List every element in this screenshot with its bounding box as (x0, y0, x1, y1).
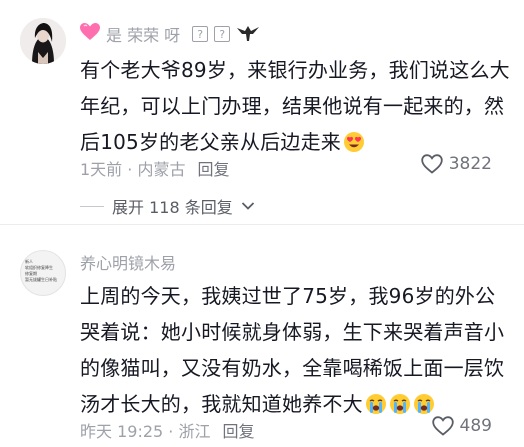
comment-header: 是 荣荣 呀 ? ? (80, 22, 260, 46)
chevron-down-icon (241, 202, 254, 210)
avatar[interactable] (20, 18, 66, 64)
avatar-text-block: 新人 软组织修复降生 修复期 暂无拔罐生日补贴 (25, 259, 63, 283)
loudly-crying-emoji-icon (387, 392, 411, 416)
like-heart-icon (421, 154, 443, 174)
eagle-icon (236, 22, 260, 46)
like-count: 489 (459, 416, 492, 436)
badge-box: ? (192, 26, 209, 42)
time-location: 昨天 19:25 · 浙江 (80, 422, 211, 441)
avatar-text-line: 暂无拔罐生日补贴 (25, 277, 57, 282)
expand-divider (80, 205, 104, 207)
heart-icon (80, 23, 100, 45)
reply-button[interactable]: 回复 (197, 156, 229, 180)
comment-divider (0, 224, 524, 225)
heart-eyes-emoji-icon (341, 130, 365, 154)
comment-text-content: 上周的今天，我姨过世了75岁，我96岁的外公哭着说：她小时候就身体弱，生下来哭着… (80, 284, 505, 416)
like-heart-icon (431, 416, 454, 436)
loudly-crying-emoji-icon (411, 392, 435, 416)
comment-header: 养心明镜木易 (80, 250, 176, 274)
username[interactable]: 是 荣荣 呀 (106, 22, 180, 46)
like-button[interactable]: 489 (431, 416, 492, 436)
username[interactable]: 养心明镜木易 (80, 250, 176, 274)
avatar-portrait-icon (20, 18, 66, 64)
avatar[interactable]: 新人 软组织修复降生 修复期 暂无拔罐生日补贴 (20, 250, 66, 296)
reply-button[interactable]: 回复 (222, 418, 254, 442)
loudly-crying-emoji-icon (363, 392, 387, 416)
comment-text: 上周的今天，我姨过世了75岁，我96岁的外公哭着说：她小时候就身体弱，生下来哭着… (80, 278, 510, 422)
comment-item: 新人 软组织修复降生 修复期 暂无拔罐生日补贴 养心明镜木易 上周的今天，我姨过… (0, 236, 524, 447)
comment-item: 是 荣荣 呀 ? ? 有个老大爷89岁，来银行办业务，我们说这么大年纪，可以上门… (0, 0, 524, 218)
badge-box: ? (214, 26, 231, 42)
comment-text: 有个老大爷89岁，来银行办业务，我们说这么大年纪，可以上门办理，结果他说有一起来… (80, 52, 510, 160)
like-count: 3822 (448, 154, 492, 174)
comment-meta: 昨天 19:25 · 浙江 回复 (80, 418, 254, 442)
expand-replies-label: 展开 118 条回复 (112, 198, 233, 217)
expand-replies-button[interactable]: 展开 118 条回复 (80, 194, 255, 218)
like-button[interactable]: 3822 (421, 154, 492, 174)
time-location: 1天前 · 内蒙古 (80, 160, 186, 179)
comment-meta: 1天前 · 内蒙古 回复 (80, 156, 229, 180)
comment-text-content: 有个老大爷89岁，来银行办业务，我们说这么大年纪，可以上门办理，结果他说有一起来… (80, 58, 510, 154)
